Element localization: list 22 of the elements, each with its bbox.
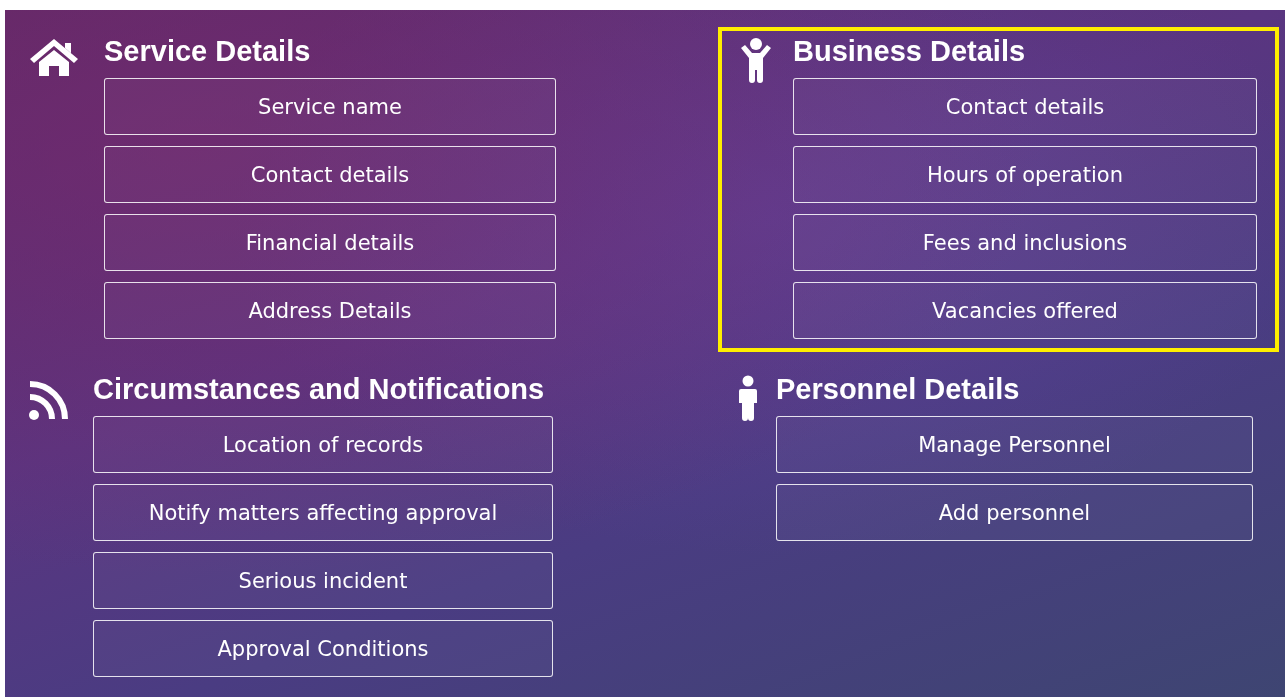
home-icon [28,37,80,77]
nav-button[interactable]: Vacancies offered [793,282,1257,339]
nav-button[interactable]: Hours of operation [793,146,1257,203]
section-title: Personnel Details [776,372,1020,407]
section-title: Service Details [104,34,311,69]
nav-button[interactable]: Notify matters affecting approval [93,484,553,541]
nav-button[interactable]: Contact details [104,146,556,203]
nav-button[interactable]: Serious incident [93,552,553,609]
person-icon [738,375,758,421]
nav-button[interactable]: Address Details [104,282,556,339]
nav-button[interactable]: Location of records [93,416,553,473]
nav-button[interactable]: Fees and inclusions [793,214,1257,271]
nav-button[interactable]: Contact details [793,78,1257,135]
nav-button[interactable]: Add personnel [776,484,1253,541]
rss-icon [28,379,70,421]
section-title: Circumstances and Notifications [93,372,545,407]
child-icon [738,37,774,83]
nav-button[interactable]: Manage Personnel [776,416,1253,473]
section-title: Business Details [793,34,1026,69]
nav-button[interactable]: Approval Conditions [93,620,553,677]
nav-button[interactable]: Service name [104,78,556,135]
nav-button[interactable]: Financial details [104,214,556,271]
